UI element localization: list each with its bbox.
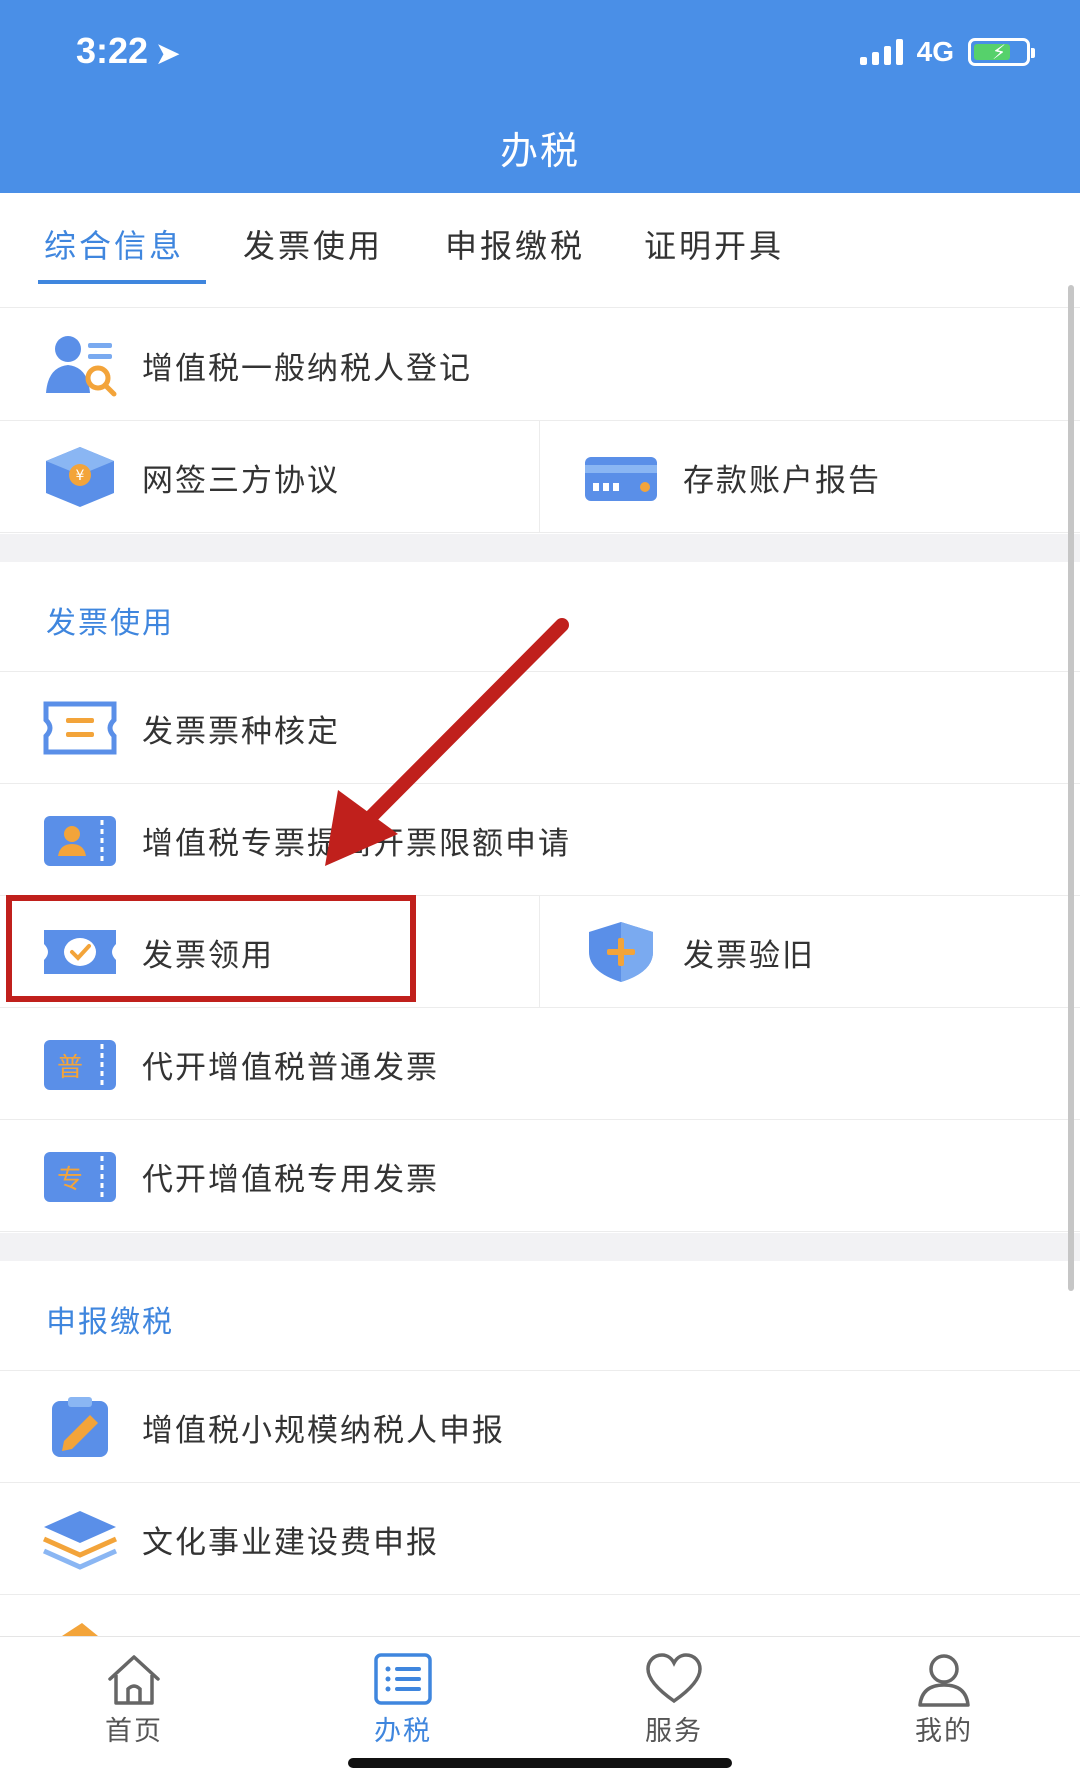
status-time-text: 3:22 [76,30,149,71]
home-indicator[interactable] [348,1758,732,1768]
section-title: 申报缴税 [46,1305,174,1340]
highlight-box [6,895,416,1002]
section-title: 发票使用 [46,606,174,641]
menu-item-label: 存款账户报告 [683,463,881,499]
menu-item-label: 网签三方协议 [142,463,340,499]
shield-plus-icon [589,922,653,982]
ordinary-invoice-icon: 普 [44,1040,116,1090]
menu-item-label: 增值税专票提高开票限额申请 [142,826,571,862]
taxpayer-search-icon [46,336,117,397]
list-icon [374,1653,432,1705]
user-icon [918,1654,970,1707]
special-invoice-icon: 专 [44,1152,116,1202]
scrollbar[interactable] [1068,285,1074,1291]
layers-icon [42,1511,118,1570]
menu-item-deposit-account-report[interactable]: 存款账户报告 [541,421,1080,533]
signal-icon [859,39,903,65]
menu-item-cultural-fee-declaration[interactable]: 文化事业建设费申报 [0,1483,1080,1595]
menu-item-invoice-type-approval[interactable]: 发票票种核定 [0,672,1080,784]
ticket-icon [43,701,117,755]
tabbar-label: 首页 [105,1716,163,1747]
tab-declare-pay[interactable]: 申报缴税 [445,221,585,267]
status-time: 3:22 ➤ [76,30,180,72]
menu-row-agreements: ¥ 网签三方协议 存款账户报告 [0,421,1080,533]
menu-item-label: 文化事业建设费申报 [142,1525,439,1561]
home-icon [108,1655,160,1705]
app-header: 3:22 ➤ 4G ⚡ 办税 [0,0,1080,193]
tabbar-label: 服务 [645,1716,703,1747]
network-type: 4G [916,36,954,67]
section-divider [0,1233,1080,1261]
menu-item-label: 代开增值税专用发票 [142,1162,439,1198]
tab-certificate[interactable]: 证明开具 [644,221,784,267]
section-divider [0,534,1080,562]
clipboard-pen-icon [52,1397,108,1457]
status-indicators: 4G ⚡ [859,36,1035,68]
menu-item-invoice-verification[interactable]: 发票验旧 [541,896,1080,1008]
menu-item-agent-vat-ordinary-invoice[interactable]: 普 代开增值税普通发票 [0,1008,1080,1120]
menu-item-label: 发票验旧 [683,938,815,974]
tabbar-label: 办税 [374,1716,432,1747]
menu-item-label: 代开增值税普通发票 [142,1050,439,1086]
menu-item-partial[interactable] [0,1595,1080,1636]
special-glyph: 专 [57,1165,83,1195]
tabbar-home[interactable]: 首页 [54,1651,214,1748]
menu-item-label: 增值税小规模纳税人申报 [142,1413,505,1449]
location-arrow-icon: ➤ [156,38,180,69]
tabbar-mine[interactable]: 我的 [864,1651,1024,1748]
section-header-declare-pay: 申报缴税 [0,1261,1080,1371]
menu-item-label: 发票票种核定 [142,714,340,750]
tab-invoice-use[interactable]: 发票使用 [243,221,383,267]
menu-item-label: 增值税一般纳税人登记 [142,351,472,387]
tab-general-info[interactable]: 综合信息 [44,221,184,267]
tabbar-tax[interactable]: 办税 [323,1651,483,1748]
page-title: 办税 [499,129,580,173]
bank-card-icon [585,457,657,501]
yuan-glyph: ¥ [76,468,85,484]
id-card-icon [44,816,116,866]
active-tab-indicator [38,280,206,284]
tabbar-label: 我的 [915,1716,973,1747]
menu-item-tripartite-agreement[interactable]: ¥ 网签三方协议 [0,421,540,533]
ordinary-glyph: 普 [57,1053,83,1083]
heart-icon [646,1653,702,1704]
section-header-invoice-use: 发票使用 [0,562,1080,672]
battery-icon: ⚡ [968,38,1035,66]
menu-item-agent-vat-special-invoice[interactable]: 专 代开增值税专用发票 [0,1120,1080,1232]
menu-item-vat-general-registration[interactable]: 增值税一般纳税人登记 [0,309,1080,421]
menu-item-small-scale-vat-declaration[interactable]: 增值税小规模纳税人申报 [0,1371,1080,1483]
menu-item-vat-special-limit-increase[interactable]: 增值税专票提高开票限额申请 [0,784,1080,896]
money-box-icon: ¥ [46,447,114,507]
tabbar-service[interactable]: 服务 [594,1651,754,1748]
partial-item-icon [62,1623,98,1636]
category-tabs: 综合信息 发票使用 申报缴税 证明开具 [0,193,1080,308]
